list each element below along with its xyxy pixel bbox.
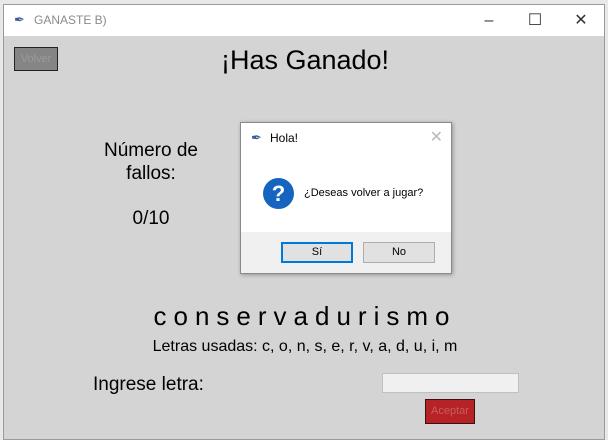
no-button[interactable]: No xyxy=(363,242,435,263)
title-bar: ✒ GANASTE B) – ☐ ✕ xyxy=(4,5,604,36)
minimize-button[interactable]: – xyxy=(466,9,512,33)
window-title: GANASTE B) xyxy=(34,13,107,27)
accept-button[interactable]: Aceptar xyxy=(425,399,475,424)
feather-icon: ✒ xyxy=(251,130,262,145)
fails-value: 0/10 xyxy=(132,208,170,229)
close-button[interactable]: ✕ xyxy=(558,9,604,33)
dialog-title: Hola! xyxy=(270,131,299,145)
maximize-button[interactable]: ☐ xyxy=(512,9,558,33)
yes-button[interactable]: Sí xyxy=(281,242,353,263)
dialog-footer: Sí No xyxy=(241,232,451,273)
secret-word: conservadurismo xyxy=(153,301,457,331)
question-icon: ? xyxy=(263,178,294,209)
page-title: ¡Has Ganado! xyxy=(220,45,390,75)
letter-input-label: Ingrese letra: xyxy=(93,374,204,395)
dialog-close-button[interactable]: ✕ xyxy=(430,127,443,147)
used-letters: Letras usadas: c, o, n, s, e, r, v, a, d… xyxy=(152,338,458,355)
fails-label: Número de fallos: xyxy=(104,140,198,184)
play-again-dialog: ✒ Hola! ✕ ? ¿Deseas volver a jugar? Sí N… xyxy=(240,122,452,274)
letter-input[interactable] xyxy=(382,373,519,393)
feather-icon: ✒ xyxy=(14,12,25,27)
dialog-message: ¿Deseas volver a jugar? xyxy=(304,187,424,199)
